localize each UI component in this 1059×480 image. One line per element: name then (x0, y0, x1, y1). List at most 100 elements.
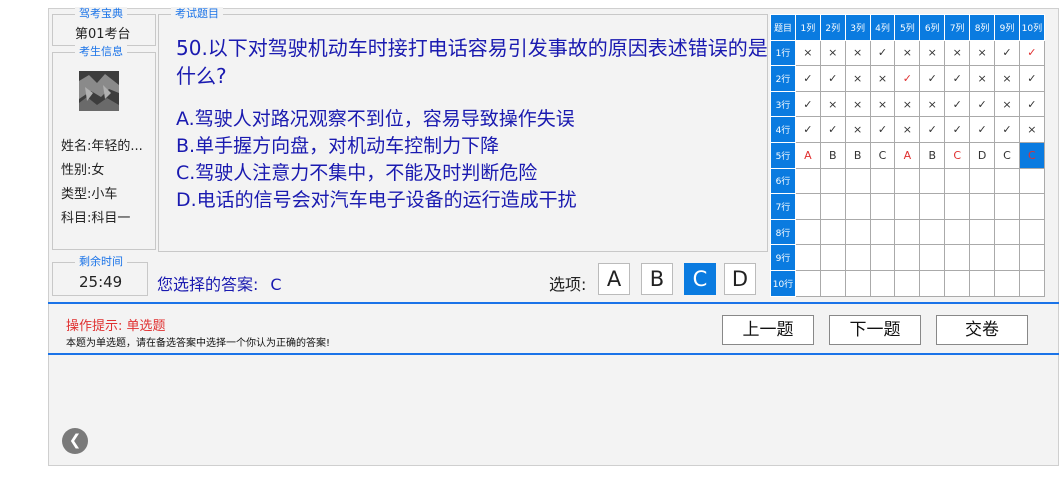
grid-cell[interactable]: × (994, 90, 1020, 118)
grid-cell[interactable]: × (969, 39, 996, 67)
grid-cell[interactable] (869, 193, 896, 220)
choice-d-button[interactable]: D (724, 263, 756, 295)
grid-cell[interactable]: B (919, 141, 946, 169)
grid-cell[interactable]: × (969, 65, 996, 92)
grid-cell[interactable] (794, 167, 821, 195)
next-question-button[interactable]: 下一题 (829, 315, 921, 345)
grid-cell[interactable] (844, 167, 871, 195)
grid-cell[interactable] (994, 167, 1020, 195)
grid-cell[interactable] (1018, 244, 1045, 271)
grid-cell[interactable]: × (944, 39, 971, 67)
grid-cell[interactable]: C (944, 141, 971, 169)
grid-cell[interactable] (969, 193, 996, 220)
grid-cell[interactable] (1018, 193, 1045, 220)
grid-cell[interactable] (894, 269, 921, 297)
grid-cell[interactable] (894, 193, 921, 220)
grid-cell[interactable]: × (819, 90, 846, 118)
grid-cell[interactable]: C (994, 141, 1020, 169)
grid-cell[interactable]: ✓ (969, 116, 996, 143)
grid-cell[interactable]: ✓ (944, 90, 971, 118)
back-arrow-icon[interactable]: ❮ (62, 428, 88, 454)
grid-cell[interactable] (944, 244, 971, 271)
grid-cell[interactable]: × (894, 90, 921, 118)
grid-cell[interactable]: × (894, 116, 921, 143)
grid-cell[interactable] (794, 218, 821, 246)
grid-cell[interactable]: ✓ (919, 65, 946, 92)
grid-cell[interactable] (919, 193, 946, 220)
choice-c-button[interactable]: C (684, 263, 716, 295)
grid-cell[interactable] (1018, 167, 1045, 195)
grid-cell[interactable] (844, 193, 871, 220)
grid-cell[interactable]: ✓ (994, 116, 1020, 143)
grid-cell[interactable]: ✓ (819, 116, 846, 143)
grid-cell[interactable] (894, 167, 921, 195)
grid-cell[interactable] (994, 244, 1020, 271)
grid-cell[interactable]: ✓ (969, 90, 996, 118)
grid-cell[interactable] (969, 269, 996, 297)
grid-cell[interactable]: × (844, 90, 871, 118)
grid-cell[interactable] (1018, 269, 1045, 297)
grid-cell[interactable] (919, 269, 946, 297)
grid-cell[interactable] (794, 193, 821, 220)
grid-cell[interactable] (994, 218, 1020, 246)
grid-cell[interactable]: ✓ (1018, 65, 1045, 92)
grid-cell[interactable]: × (994, 65, 1020, 92)
choice-a-button[interactable]: A (598, 263, 630, 295)
grid-cell[interactable] (819, 218, 846, 246)
grid-cell[interactable] (919, 218, 946, 246)
prev-question-button[interactable]: 上一题 (722, 315, 814, 345)
grid-cell[interactable] (819, 193, 846, 220)
grid-cell[interactable]: ✓ (869, 116, 896, 143)
grid-cell[interactable]: × (869, 65, 896, 92)
grid-cell[interactable] (969, 218, 996, 246)
grid-cell[interactable]: C (869, 141, 896, 169)
grid-cell[interactable] (869, 218, 896, 246)
grid-cell[interactable]: × (819, 39, 846, 67)
grid-cell[interactable]: × (919, 90, 946, 118)
submit-exam-button[interactable]: 交卷 (936, 315, 1028, 345)
grid-cell[interactable]: ✓ (794, 116, 821, 143)
grid-cell[interactable]: × (894, 39, 921, 67)
grid-cell[interactable] (944, 218, 971, 246)
grid-cell[interactable] (994, 193, 1020, 220)
grid-cell[interactable]: ✓ (894, 65, 921, 92)
grid-cell[interactable]: ✓ (1018, 39, 1045, 67)
grid-cell[interactable]: ✓ (869, 39, 896, 67)
grid-cell[interactable] (819, 167, 846, 195)
grid-cell[interactable]: × (844, 65, 871, 92)
grid-cell[interactable]: × (1018, 116, 1045, 143)
grid-cell[interactable]: ✓ (944, 116, 971, 143)
grid-cell[interactable]: ✓ (944, 65, 971, 92)
grid-cell[interactable]: A (794, 141, 821, 169)
grid-cell[interactable]: ✓ (794, 90, 821, 118)
grid-cell[interactable] (844, 218, 871, 246)
grid-cell[interactable]: × (844, 39, 871, 67)
grid-cell[interactable] (919, 244, 946, 271)
grid-cell[interactable] (844, 269, 871, 297)
grid-cell[interactable] (894, 244, 921, 271)
grid-cell[interactable] (994, 269, 1020, 297)
grid-cell[interactable]: ✓ (794, 65, 821, 92)
grid-cell[interactable]: × (919, 39, 946, 67)
grid-cell[interactable] (1018, 218, 1045, 246)
grid-cell[interactable] (869, 167, 896, 195)
grid-cell[interactable] (794, 244, 821, 271)
grid-cell[interactable]: ✓ (994, 39, 1020, 67)
grid-cell[interactable] (869, 244, 896, 271)
grid-cell[interactable]: ✓ (1018, 90, 1045, 118)
grid-cell[interactable]: C (1018, 141, 1045, 169)
grid-cell[interactable]: × (794, 39, 821, 67)
grid-cell[interactable] (819, 244, 846, 271)
grid-cell[interactable] (969, 244, 996, 271)
grid-cell[interactable] (819, 269, 846, 297)
grid-cell[interactable]: ✓ (919, 116, 946, 143)
grid-cell[interactable] (919, 167, 946, 195)
grid-cell[interactable]: B (844, 141, 871, 169)
grid-cell[interactable]: × (844, 116, 871, 143)
grid-cell[interactable]: A (894, 141, 921, 169)
grid-cell[interactable] (944, 269, 971, 297)
choice-b-button[interactable]: B (641, 263, 673, 295)
grid-cell[interactable] (794, 269, 821, 297)
grid-cell[interactable] (894, 218, 921, 246)
grid-cell[interactable] (969, 167, 996, 195)
